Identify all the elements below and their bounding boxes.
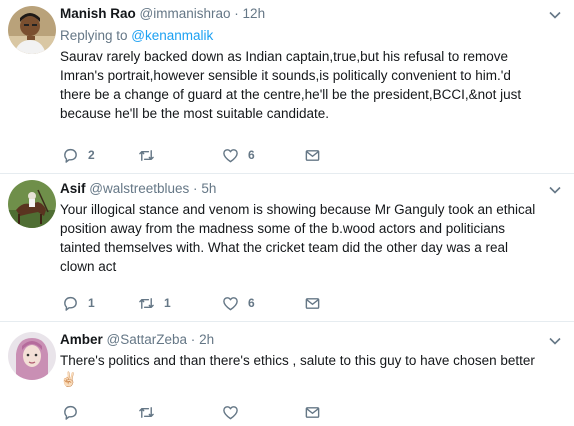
chevron-down-icon[interactable]	[548, 8, 562, 22]
heart-icon	[223, 405, 238, 419]
avatar[interactable]	[8, 180, 56, 228]
like-count: 6	[248, 296, 255, 310]
tweet-header: Manish Rao @immanishrao · 12h	[60, 5, 564, 23]
avatar[interactable]	[8, 6, 56, 54]
tweet-text: Saurav rarely backed down as Indian capt…	[60, 47, 564, 123]
user-name[interactable]: Asif	[60, 181, 86, 196]
direct-message-button[interactable]	[304, 404, 321, 421]
reply-button[interactable]	[62, 404, 88, 421]
like-button[interactable]: 6	[222, 147, 255, 164]
reply-icon	[64, 148, 77, 163]
heart-icon	[223, 148, 238, 162]
tweet-header: Asif @walstreetblues · 5h	[60, 180, 564, 198]
retweet-icon	[139, 149, 154, 161]
chevron-down-icon[interactable]	[548, 334, 562, 348]
direct-message-button[interactable]	[304, 147, 321, 164]
like-count: 6	[248, 148, 255, 162]
user-name[interactable]: Amber	[60, 332, 103, 347]
avatar[interactable]	[8, 332, 56, 380]
tweet-text-line: Imran's portrait,however sensible it sou…	[60, 68, 511, 83]
tweet[interactable]: Manish Rao @immanishrao · 12h Replying t…	[0, 0, 574, 174]
tweet-text: There's politics and than there's ethics…	[60, 351, 564, 389]
user-name[interactable]: Manish Rao	[60, 6, 136, 21]
timestamp[interactable]: 5h	[201, 181, 216, 196]
separator-dot: ·	[193, 181, 198, 196]
direct-message-button[interactable]	[304, 295, 321, 312]
reply-icon	[64, 405, 77, 420]
retweet-icon	[139, 406, 154, 418]
chevron-down-icon[interactable]	[548, 183, 562, 197]
retweet-button[interactable]	[138, 404, 164, 421]
tweet[interactable]: Asif @walstreetblues · 5h Your illogical…	[0, 174, 574, 322]
replying-to: Replying to @kenanmalik	[60, 27, 564, 45]
replying-prefix: Replying to	[60, 28, 132, 43]
envelope-icon	[305, 406, 320, 418]
timestamp[interactable]: 2h	[199, 332, 214, 347]
reply-button[interactable]: 1	[62, 295, 95, 312]
tweet-text-line: there be a change of guard at the centre…	[60, 87, 522, 102]
tweet-text-line: because he'll be the most suitable candi…	[60, 106, 330, 121]
tweet[interactable]: Amber @SattarZeba · 2h There's politics …	[0, 322, 574, 426]
reply-count: 2	[88, 148, 95, 162]
heart-icon	[223, 296, 238, 310]
reply-icon	[64, 296, 77, 311]
timestamp[interactable]: 12h	[243, 6, 266, 21]
envelope-icon	[305, 149, 320, 161]
tweet-text-line: tainted themselves with. What the cricke…	[60, 240, 508, 255]
tweet-text: Your illogical stance and venom is showi…	[60, 200, 564, 276]
user-handle[interactable]: @SattarZeba	[107, 332, 188, 347]
like-button[interactable]: 6	[222, 295, 255, 312]
tweet-text-line: clown act	[60, 259, 117, 274]
retweet-button[interactable]: 1	[138, 295, 171, 312]
retweet-button[interactable]	[138, 147, 164, 164]
reply-button[interactable]: 2	[62, 147, 95, 164]
separator-dot: ·	[234, 6, 239, 21]
tweet-text-line: Saurav rarely backed down as Indian capt…	[60, 49, 508, 64]
retweet-icon	[139, 297, 154, 309]
separator-dot: ·	[190, 332, 196, 347]
envelope-icon	[305, 297, 320, 309]
tweet-text-line: position away from the madness some of t…	[60, 221, 505, 236]
mention-link[interactable]: @kenanmalik	[131, 28, 213, 43]
user-handle[interactable]: @walstreetblues	[89, 181, 189, 196]
user-handle[interactable]: @immanishrao	[140, 6, 231, 21]
like-button[interactable]	[222, 404, 248, 421]
reply-count: 1	[88, 296, 95, 310]
tweet-header: Amber @SattarZeba · 2h	[60, 331, 564, 349]
tweet-text-line: Your illogical stance and venom is showi…	[60, 202, 536, 217]
tweet-text-line: There's politics and than there's ethics…	[60, 353, 535, 368]
retweet-count: 1	[164, 296, 171, 310]
victory-hand-emoji: ✌🏻	[60, 371, 78, 387]
